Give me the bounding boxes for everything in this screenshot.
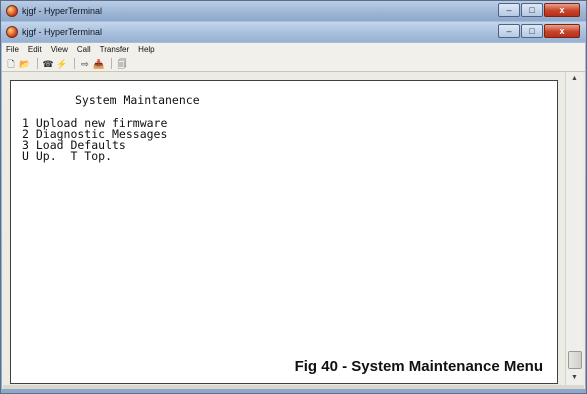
scroll-up-icon[interactable]: ▲ — [566, 72, 583, 86]
terminal-line-4: U Up. T Top. — [22, 149, 113, 163]
toolbar-separator — [37, 58, 38, 69]
hyperterminal-app-icon — [6, 5, 18, 17]
toolbar-separator — [74, 58, 75, 69]
background-window-title: kjgf - HyperTerminal — [22, 6, 103, 16]
menu-bar: File Edit View Call Transfer Help — [2, 43, 585, 56]
terminal-screen[interactable]: System Maintanence 1 Upload new firmware… — [10, 80, 558, 384]
hyperterminal-app-icon — [6, 26, 18, 38]
background-window: kjgf - HyperTerminal – □ x kjgf - HyperT… — [0, 0, 587, 394]
maximize-button[interactable]: □ — [521, 24, 543, 38]
scroll-down-icon[interactable]: ▼ — [566, 371, 583, 385]
window-title-bar[interactable]: kjgf - HyperTerminal – □ x — [1, 22, 586, 42]
connect-icon[interactable]: ☎ — [42, 58, 54, 70]
terminal-client-area: System Maintanence 1 Upload new firmware… — [2, 72, 585, 389]
send-icon[interactable]: ⇨ — [79, 58, 91, 70]
figure-caption: Fig 40 - System Maintenance Menu — [294, 358, 543, 375]
close-button[interactable]: x — [544, 24, 580, 38]
menu-view[interactable]: View — [51, 45, 68, 54]
properties-icon[interactable]: 🗐 — [116, 58, 128, 70]
toolbar-separator — [111, 58, 112, 69]
menu-help[interactable]: Help — [138, 45, 154, 54]
background-maximize-button[interactable]: □ — [521, 3, 543, 17]
menu-transfer[interactable]: Transfer — [100, 45, 130, 54]
receive-icon[interactable]: 📥 — [93, 58, 105, 70]
disconnect-icon[interactable]: ⚡ — [56, 58, 68, 70]
minimize-button[interactable]: – — [498, 24, 520, 38]
vertical-scrollbar[interactable]: ▲ ▼ — [565, 72, 583, 385]
background-title-bar[interactable]: kjgf - HyperTerminal – □ x — [1, 1, 586, 21]
scroll-thumb[interactable] — [568, 351, 582, 369]
new-icon[interactable]: 🗋 — [5, 58, 17, 70]
terminal-menu-title: System Maintanence — [75, 93, 200, 107]
menu-edit[interactable]: Edit — [28, 45, 42, 54]
background-minimize-button[interactable]: – — [498, 3, 520, 17]
window-title: kjgf - HyperTerminal — [22, 27, 103, 37]
background-close-button[interactable]: x — [544, 3, 580, 17]
toolbar: 🗋 📂 ☎ ⚡ ⇨ 📥 🗐 — [2, 56, 585, 72]
menu-file[interactable]: File — [6, 45, 19, 54]
status-bar — [3, 385, 584, 389]
menu-call[interactable]: Call — [77, 45, 91, 54]
open-icon[interactable]: 📂 — [19, 58, 31, 70]
